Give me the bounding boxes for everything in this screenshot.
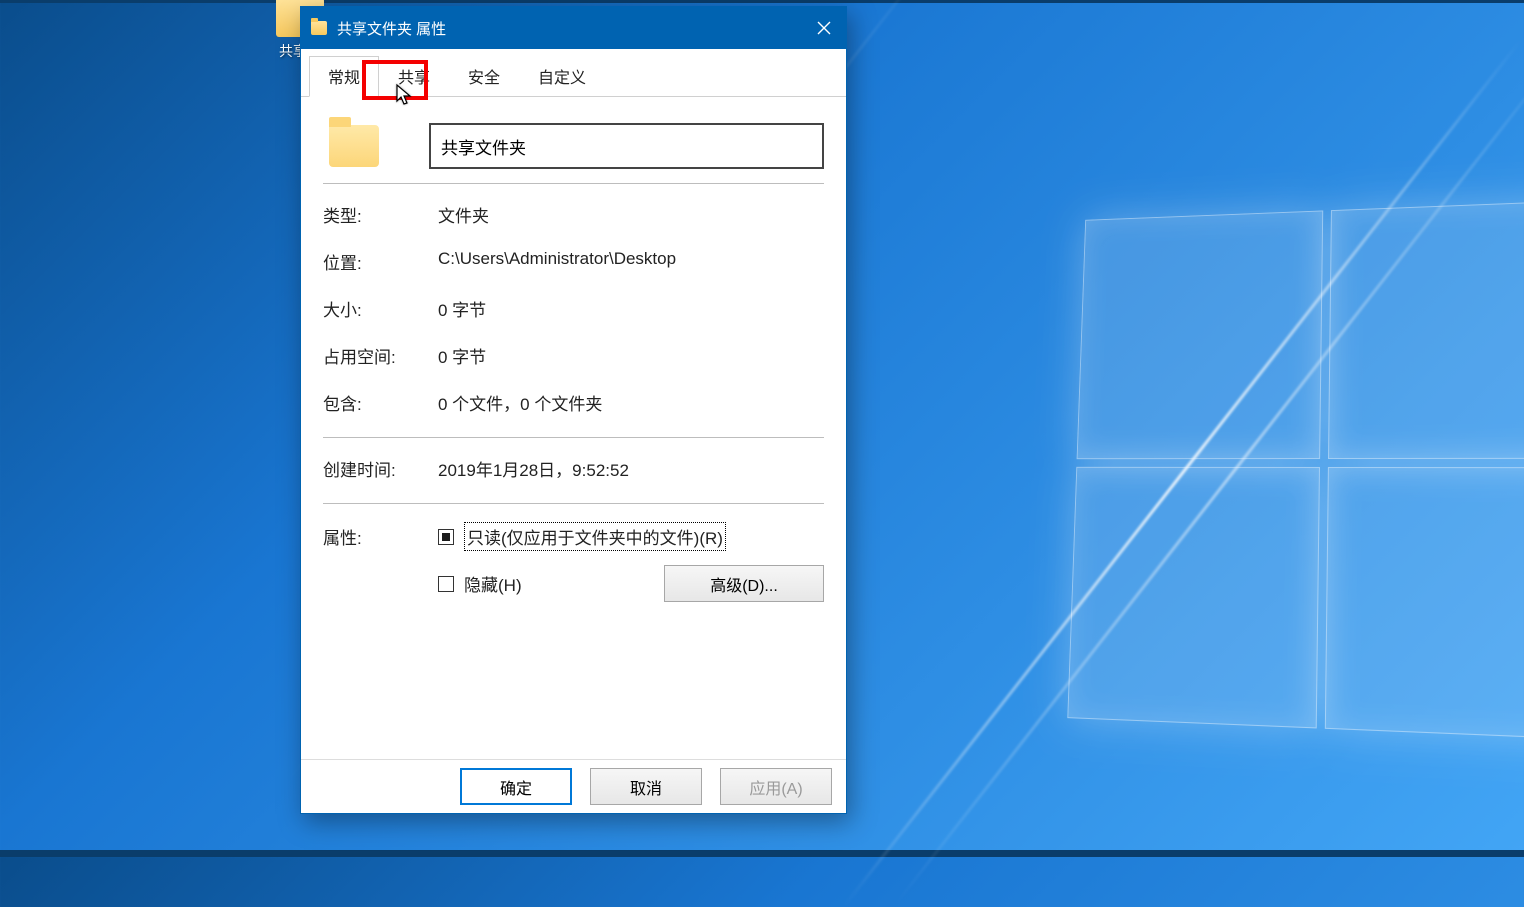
titlebar[interactable]: 共享文件夹 属性 [301,7,846,49]
dialog-footer: 确定 取消 应用(A) [301,759,846,813]
tab-custom[interactable]: 自定义 [519,56,605,96]
type-label: 类型: [323,202,438,227]
properties-dialog: 共享文件夹 属性 常规 共享 安全 自定义 类型:文件夹 位置:C:\Users… [300,6,847,814]
type-value: 文件夹 [438,202,824,227]
contains-label: 包含: [323,390,438,415]
location-value: C:\Users\Administrator\Desktop [438,249,824,274]
window-title: 共享文件夹 属性 [337,18,802,39]
disk-size-label: 占用空间: [323,343,438,368]
readonly-checkbox[interactable] [438,529,454,545]
location-label: 位置: [323,249,438,274]
cancel-button[interactable]: 取消 [590,768,702,805]
size-label: 大小: [323,296,438,321]
general-panel: 类型:文件夹 位置:C:\Users\Administrator\Desktop… [301,97,846,759]
wallpaper-windows-logo [1067,200,1524,740]
divider [323,503,824,504]
divider [323,183,824,184]
close-icon [817,21,831,35]
tabstrip: 常规 共享 安全 自定义 [301,49,846,97]
created-value: 2019年1月28日，9:52:52 [438,456,824,481]
advanced-button[interactable]: 高级(D)... [664,565,824,602]
ok-button[interactable]: 确定 [460,768,572,805]
disk-size-value: 0 字节 [438,343,824,368]
folder-icon [329,125,379,167]
attributes-label: 属性: [323,522,438,616]
divider [323,437,824,438]
apply-button[interactable]: 应用(A) [720,768,832,805]
hidden-checkbox[interactable] [438,576,454,592]
tab-general[interactable]: 常规 [309,56,379,97]
tab-security[interactable]: 安全 [449,56,519,96]
size-value: 0 字节 [438,296,824,321]
contains-value: 0 个文件，0 个文件夹 [438,390,824,415]
close-button[interactable] [802,7,846,49]
folder-icon [311,21,327,35]
tab-share[interactable]: 共享 [379,56,449,96]
folder-name-input[interactable] [429,123,824,169]
readonly-label[interactable]: 只读(仅应用于文件夹中的文件)(R) [464,522,726,551]
created-label: 创建时间: [323,456,438,481]
hidden-label[interactable]: 隐藏(H) [464,571,522,596]
